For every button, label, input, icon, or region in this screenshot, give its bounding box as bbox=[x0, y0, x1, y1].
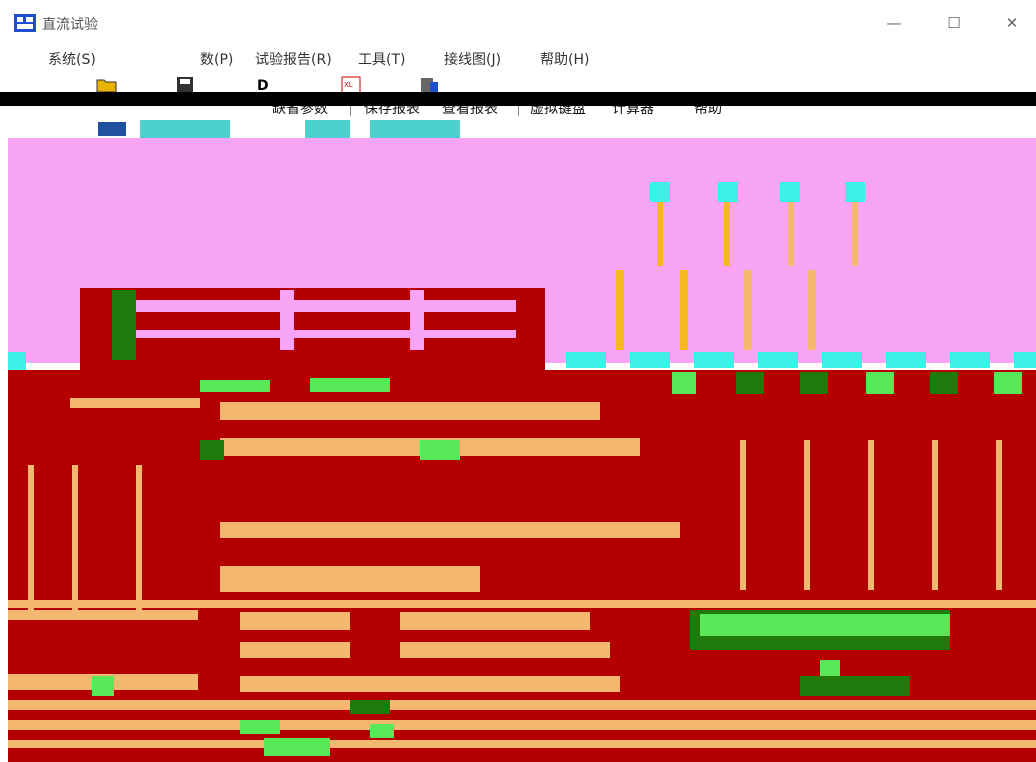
terminal-marker bbox=[845, 182, 865, 202]
wiring-diagram-canvas bbox=[8, 182, 1036, 762]
terminal-marker bbox=[780, 182, 800, 202]
diagram-terminal bbox=[112, 290, 136, 360]
terminal-marker bbox=[650, 182, 670, 202]
terminal-marker bbox=[718, 182, 738, 202]
